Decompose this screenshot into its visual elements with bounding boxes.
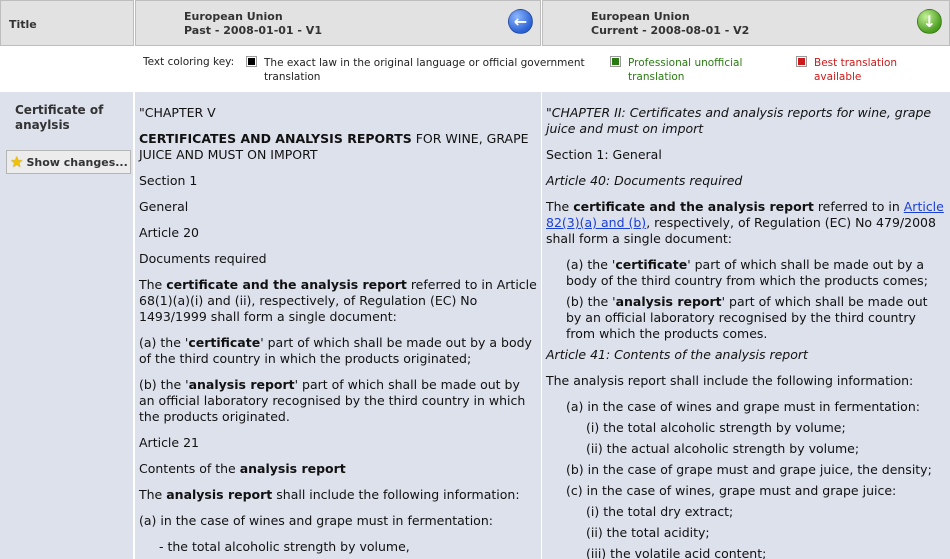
v1-paragraph: General	[139, 199, 189, 214]
v2-text: (b) the '	[566, 294, 616, 309]
v1-bold-text: CERTIFICATES AND ANALYSIS REPORTS	[139, 131, 412, 146]
version-1-text: "CHAPTER V CERTIFICATES AND ANALYSIS REP…	[135, 92, 541, 559]
v1-paragraph: - the total alcoholic strength by volume…	[159, 539, 410, 554]
version-2-text: "CHAPTER II: Certificates and analysis r…	[542, 92, 950, 559]
v1-paragraph: Contents of the analysis report	[139, 461, 537, 477]
v2-text: (a) the '	[566, 257, 616, 272]
v1-version-label: Past - 2008-01-01 - V1	[184, 24, 322, 37]
sidebar: Certificate of anaylsis ★ Show changes..…	[0, 92, 134, 559]
v1-text: The	[139, 487, 167, 502]
v1-text: Contents of the	[139, 461, 240, 476]
v1-paragraph: Section 1	[139, 173, 198, 188]
v2-paragraph: (b) the 'analysis report' part of which …	[546, 294, 946, 342]
v2-paragraph: (b) in the case of grape must and grape …	[566, 462, 932, 477]
text-coloring-key: Text coloring key: The exact law in the …	[0, 47, 950, 91]
v1-paragraph: The analysis report shall include the fo…	[139, 487, 537, 503]
header-version-2: European Union Current - 2008-08-01 - V2…	[542, 0, 950, 46]
v1-bold-text: certificate and the analysis report	[166, 277, 407, 292]
v2-paragraph: Article 40: Documents required	[546, 173, 946, 189]
v2-italic-heading: Article 40: Documents required	[546, 173, 743, 188]
key-item-best: Best translation available	[796, 56, 936, 84]
v2-paragraph: "CHAPTER II: Certificates and analysis r…	[546, 105, 946, 137]
v1-text: (b) the '	[139, 377, 189, 392]
v2-italic-heading: Article 41: Contents of the analysis rep…	[546, 347, 808, 362]
v2-jurisdiction: European Union	[591, 10, 690, 23]
v1-bold-text: analysis report	[188, 377, 295, 392]
v2-paragraph: (iii) the volatile acid content;	[586, 546, 767, 559]
v1-text: shall include the following information:	[272, 487, 520, 502]
v2-version-label: Current - 2008-08-01 - V2	[591, 24, 750, 37]
v1-jurisdiction: European Union	[184, 10, 283, 23]
key-text-official: The exact law in the original language o…	[264, 57, 585, 83]
green-square-icon	[610, 56, 621, 67]
v1-text: (a) the '	[139, 335, 189, 350]
v2-paragraph: (c) in the case of wines, grape must and…	[566, 483, 897, 498]
v2-bold-text: analysis report	[615, 294, 722, 309]
v1-paragraph: Documents required	[139, 251, 267, 266]
v1-paragraph: "CHAPTER V	[139, 105, 216, 120]
v2-text: The	[546, 199, 574, 214]
header-title-cell: Title	[0, 0, 134, 46]
v2-paragraph: Article 41: Contents of the analysis rep…	[546, 347, 946, 363]
v1-bold-text: analysis report	[166, 487, 273, 502]
header-title-label: Title	[9, 18, 37, 31]
v2-paragraph: (a) the 'certificate' part of which shal…	[546, 257, 946, 289]
v2-paragraph: (ii) the total acidity;	[586, 525, 710, 540]
v1-paragraph: (b) the 'analysis report' part of which …	[139, 377, 537, 425]
key-item-professional: Professional unofficial translation	[610, 56, 780, 84]
v2-text: referred to in	[813, 199, 904, 214]
v1-paragraph: Article 21	[139, 435, 199, 450]
arrow-down-icon[interactable]: ↓	[917, 9, 942, 34]
header-version-1: European Union Past - 2008-01-01 - V1 ←	[135, 0, 541, 46]
red-square-icon	[796, 56, 807, 67]
v2-paragraph: (i) the total dry extract;	[586, 504, 734, 519]
arrow-left-icon[interactable]: ←	[508, 9, 533, 34]
key-text-best: Best translation available	[814, 57, 898, 83]
v2-paragraph: (a) in the case of wines and grape must …	[566, 399, 920, 414]
black-square-icon	[246, 56, 257, 67]
v1-bold-text: analysis report	[239, 461, 346, 476]
v1-paragraph: (a) the 'certificate' part of which shal…	[139, 335, 537, 367]
v2-italic-heading: "CHAPTER II: Certificates and analysis r…	[546, 105, 932, 136]
v2-paragraph: Section 1: General	[546, 147, 662, 162]
v2-paragraph: The certificate and the analysis report …	[546, 199, 946, 247]
v1-paragraph: CERTIFICATES AND ANALYSIS REPORTS FOR WI…	[139, 131, 537, 163]
key-text-professional: Professional unofficial translation	[628, 57, 743, 83]
v1-paragraph: The certificate and the analysis report …	[139, 277, 537, 325]
v1-paragraph: (a) in the case of wines and grape must …	[139, 513, 493, 528]
section-title: Certificate of anaylsis	[15, 103, 104, 132]
key-item-official: The exact law in the original language o…	[246, 56, 586, 84]
v2-bold-text: certificate	[615, 257, 688, 272]
show-changes-label: Show changes...	[26, 155, 128, 169]
v2-bold-text: certificate and the analysis report	[573, 199, 814, 214]
v2-paragraph: The analysis report shall include the fo…	[546, 373, 914, 388]
show-changes-button[interactable]: ★ Show changes...	[6, 150, 131, 174]
v1-paragraph: Article 20	[139, 225, 199, 240]
v2-paragraph: (i) the total alcoholic strength by volu…	[586, 420, 846, 435]
v2-paragraph: (ii) the actual alcoholic strength by vo…	[586, 441, 860, 456]
v1-bold-text: certificate	[188, 335, 261, 350]
star-icon: ★	[10, 153, 24, 171]
v1-text: The	[139, 277, 167, 292]
key-label: Text coloring key:	[143, 56, 235, 68]
